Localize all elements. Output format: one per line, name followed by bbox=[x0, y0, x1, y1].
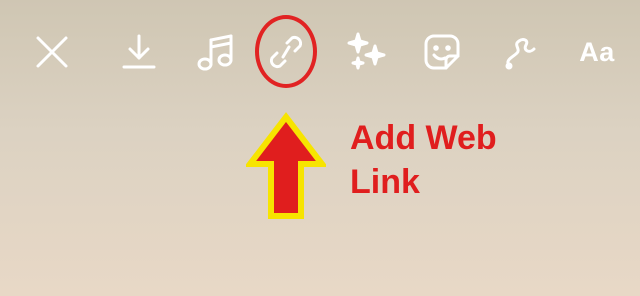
download-button[interactable] bbox=[115, 28, 163, 76]
draw-button[interactable] bbox=[497, 28, 545, 76]
close-icon bbox=[36, 36, 68, 68]
link-highlight-circle bbox=[255, 15, 317, 88]
effects-button[interactable] bbox=[343, 28, 391, 76]
story-editor-toolbar: Aa bbox=[0, 0, 640, 110]
text-tool-label: Aa bbox=[579, 36, 615, 67]
draw-icon bbox=[505, 38, 536, 70]
download-icon bbox=[122, 34, 156, 69]
music-icon bbox=[197, 34, 233, 71]
sticker-button[interactable] bbox=[418, 28, 466, 76]
sticker-icon bbox=[424, 34, 460, 70]
add-web-link-callout: Add Web Link bbox=[350, 116, 580, 204]
text-tool-button[interactable]: Aa bbox=[571, 28, 623, 76]
callout-line-1: Add Web bbox=[350, 119, 497, 157]
close-button[interactable] bbox=[28, 28, 76, 76]
pointer-arrow bbox=[246, 112, 326, 219]
music-button[interactable] bbox=[191, 28, 239, 76]
effects-sparkle-icon bbox=[347, 32, 386, 70]
callout-line-2: Link bbox=[350, 163, 420, 201]
